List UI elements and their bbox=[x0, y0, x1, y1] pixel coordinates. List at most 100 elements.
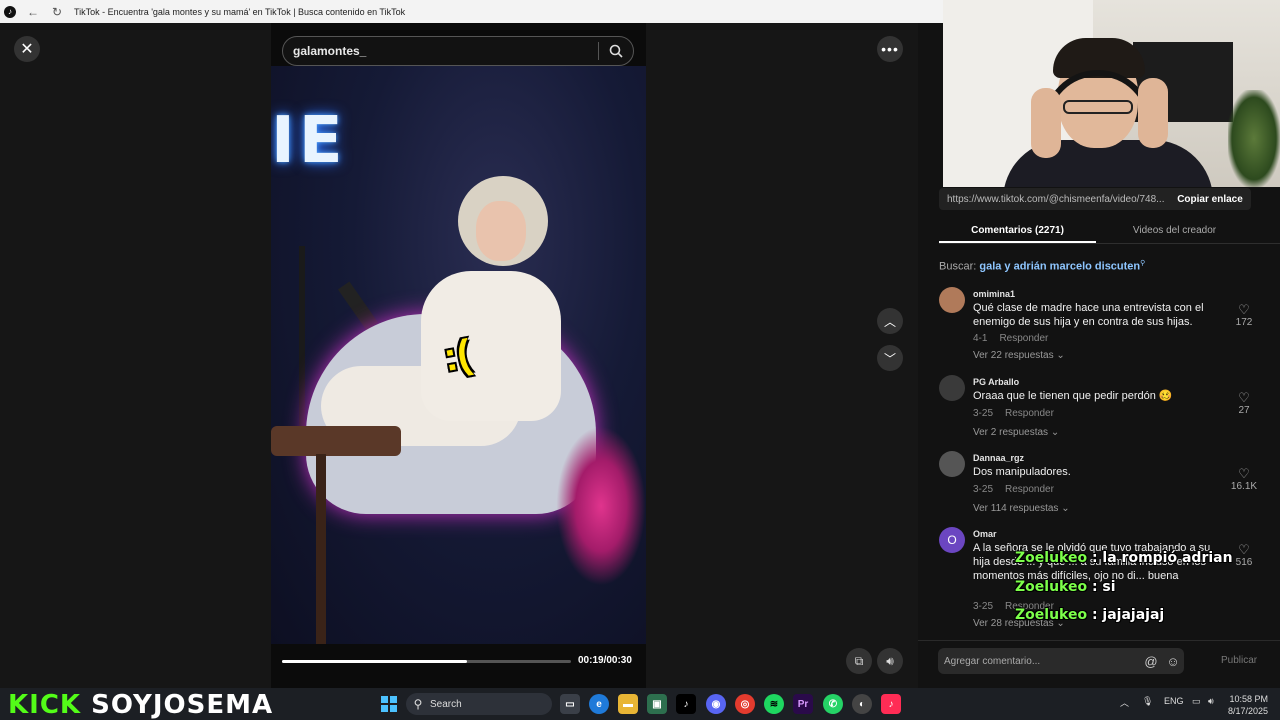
store-icon[interactable]: ▣ bbox=[647, 694, 667, 714]
chrome-icon[interactable]: ◎ bbox=[735, 694, 755, 714]
close-icon: ✕ bbox=[20, 41, 34, 58]
avatar[interactable] bbox=[939, 451, 965, 477]
more-dots-icon: ••• bbox=[881, 41, 899, 57]
video-player[interactable]: IE :( bbox=[271, 66, 646, 644]
search-icon[interactable] bbox=[599, 44, 633, 58]
task-view-icon[interactable]: ▭ bbox=[560, 694, 580, 714]
chevron-down-icon: ⌄ bbox=[1050, 427, 1060, 438]
comment-input-placeholder: Agregar comentario... bbox=[944, 655, 1041, 667]
comment-text: Qué clase de madre hace una entrevista c… bbox=[973, 302, 1204, 328]
clock-time: 10:58 PM bbox=[1229, 694, 1268, 704]
windows-start-icon[interactable] bbox=[381, 696, 397, 712]
comment-meta: 3-25 Responder bbox=[973, 408, 1054, 419]
floating-player-button[interactable]: ⧉ bbox=[846, 648, 872, 674]
search-bar[interactable]: galamontes_ bbox=[282, 36, 634, 66]
taskbar: KICK SOYJOSEMA ⚲ Search ▭ e ▬ ▣ ♪ ◉ ◎ ≋ … bbox=[0, 688, 1280, 720]
comment-date: 3-25 bbox=[973, 408, 994, 419]
like-count: 27 bbox=[1238, 405, 1250, 416]
chevron-up-icon: ︿ bbox=[883, 314, 896, 329]
tiktok-favicon-icon: ♪ bbox=[4, 5, 16, 18]
comment-username[interactable]: Omar bbox=[973, 529, 997, 539]
comment-username[interactable]: omimina1 bbox=[973, 289, 1015, 299]
next-video-button[interactable]: ﹀ bbox=[877, 345, 903, 371]
comment-username[interactable]: PG Arballo bbox=[973, 377, 1019, 387]
edge-icon[interactable]: e bbox=[589, 694, 609, 714]
reply-button[interactable]: Responder bbox=[1005, 484, 1054, 495]
comment-date: 4-1 bbox=[973, 333, 988, 344]
search-small-icon: ⚲ bbox=[1140, 260, 1146, 267]
obs-icon[interactable]: ◐ bbox=[852, 694, 872, 714]
search-suggestion-link[interactable]: gala y adrián marcelo discuten bbox=[979, 261, 1140, 273]
webcam-plant-graphic bbox=[1228, 90, 1280, 187]
video-progress-bar[interactable] bbox=[282, 660, 571, 663]
chat-text: : si bbox=[1091, 579, 1116, 595]
chevron-down-icon: ⌄ bbox=[1061, 503, 1070, 514]
file-explorer-icon[interactable]: ▬ bbox=[618, 694, 638, 714]
avatar[interactable] bbox=[939, 287, 965, 313]
reply-button[interactable]: Responder bbox=[1005, 408, 1054, 419]
table-leg-graphic bbox=[316, 454, 326, 644]
like-count: 16.1K bbox=[1230, 481, 1258, 492]
microphone-icon[interactable]: 🎙︎ bbox=[1142, 696, 1153, 707]
comment-meta: 3-25 Responder bbox=[973, 484, 1054, 495]
network-icon[interactable]: ▭ bbox=[1192, 696, 1201, 707]
publish-button[interactable]: Publicar bbox=[1221, 655, 1257, 666]
view-replies-button[interactable]: Ver 22 respuestas ⌄ bbox=[973, 350, 1065, 361]
previous-video-button[interactable]: ︿ bbox=[877, 308, 903, 334]
heart-icon: ♡ bbox=[1238, 542, 1250, 557]
avatar[interactable] bbox=[939, 375, 965, 401]
like-button[interactable]: ♡ 16.1K bbox=[1229, 467, 1259, 493]
avatar[interactable]: O bbox=[939, 527, 965, 553]
discord-icon[interactable]: ◉ bbox=[706, 694, 726, 714]
close-button[interactable]: ✕ bbox=[14, 36, 40, 62]
webcam-left-hand-graphic bbox=[1031, 88, 1061, 158]
view-replies-button[interactable]: Ver 114 respuestas ⌄ bbox=[973, 503, 1070, 514]
copy-link-button[interactable]: Copiar enlace bbox=[1169, 194, 1251, 205]
like-button[interactable]: ♡ 516 bbox=[1229, 542, 1259, 569]
tiktok-icon[interactable]: ♪ bbox=[676, 694, 696, 714]
streamer-brand: KICK SOYJOSEMA bbox=[8, 690, 273, 720]
view-replies-label: Ver 2 respuestas bbox=[973, 427, 1049, 438]
like-button[interactable]: ♡ 172 bbox=[1229, 302, 1259, 329]
whatsapp-icon[interactable]: ✆ bbox=[823, 694, 843, 714]
tray-chevron-icon[interactable]: ︿ bbox=[1120, 696, 1129, 709]
comment-username[interactable]: Dannaa_rgz bbox=[973, 453, 1024, 463]
view-replies-button[interactable]: Ver 2 respuestas ⌄ bbox=[973, 427, 1059, 438]
screen: ♪ ← ↻ TikTok - Encuentra 'gala montes y … bbox=[0, 0, 1280, 720]
emoji-icon[interactable]: ☺ bbox=[1162, 654, 1184, 669]
add-comment-bar: Agregar comentario... @ ☺ Publicar bbox=[918, 640, 1280, 688]
search-input[interactable]: galamontes_ bbox=[283, 44, 598, 58]
heart-icon: ♡ bbox=[1238, 302, 1250, 317]
volume-button[interactable]: 🔊︎ bbox=[877, 648, 903, 674]
chevron-down-icon: ﹀ bbox=[883, 351, 896, 366]
chat-username: Zoelukeo bbox=[1015, 579, 1088, 595]
language-indicator[interactable]: ENG bbox=[1164, 696, 1184, 706]
system-clock[interactable]: 10:58 PM 8/17/2025 bbox=[1228, 693, 1268, 717]
floating-player-icon: ⧉ bbox=[854, 653, 864, 668]
tab-creator-videos[interactable]: Videos del creador bbox=[1096, 219, 1253, 243]
chevron-down-icon: ⌄ bbox=[1056, 350, 1065, 361]
speaker-icon[interactable]: 🔊︎ bbox=[1208, 696, 1214, 707]
chat-message: Zoelukeo : si bbox=[1015, 579, 1116, 595]
search-suggestion-prefix: Buscar: bbox=[939, 260, 977, 273]
premiere-icon[interactable]: Pr bbox=[793, 694, 813, 714]
mention-icon[interactable]: @ bbox=[1140, 654, 1162, 669]
microphone-graphic bbox=[337, 281, 379, 331]
comment-input[interactable]: Agregar comentario... @ ☺ bbox=[938, 648, 1184, 674]
back-arrow-icon[interactable]: ← bbox=[26, 5, 40, 19]
speaker-icon: 🔊︎ bbox=[886, 653, 894, 668]
reload-icon[interactable]: ↻ bbox=[50, 5, 64, 19]
reply-button[interactable]: Responder bbox=[999, 333, 1048, 344]
chat-username: Zoelukeo bbox=[1015, 607, 1088, 623]
more-options-button[interactable]: ••• bbox=[877, 36, 903, 62]
tiktok-live-icon[interactable]: ♪ bbox=[881, 694, 901, 714]
spotify-icon[interactable]: ≋ bbox=[764, 694, 784, 714]
taskbar-search-label: Search bbox=[430, 698, 462, 710]
tab-comments[interactable]: Comentarios (2271) bbox=[939, 219, 1096, 243]
plant-graphic bbox=[556, 426, 646, 586]
like-button[interactable]: ♡ 27 bbox=[1229, 391, 1259, 417]
view-replies-label: Ver 22 respuestas bbox=[973, 350, 1054, 361]
taskbar-search[interactable]: ⚲ Search bbox=[406, 693, 552, 715]
view-replies-label: Ver 114 respuestas bbox=[973, 503, 1059, 514]
mic-stand-graphic bbox=[299, 246, 305, 446]
